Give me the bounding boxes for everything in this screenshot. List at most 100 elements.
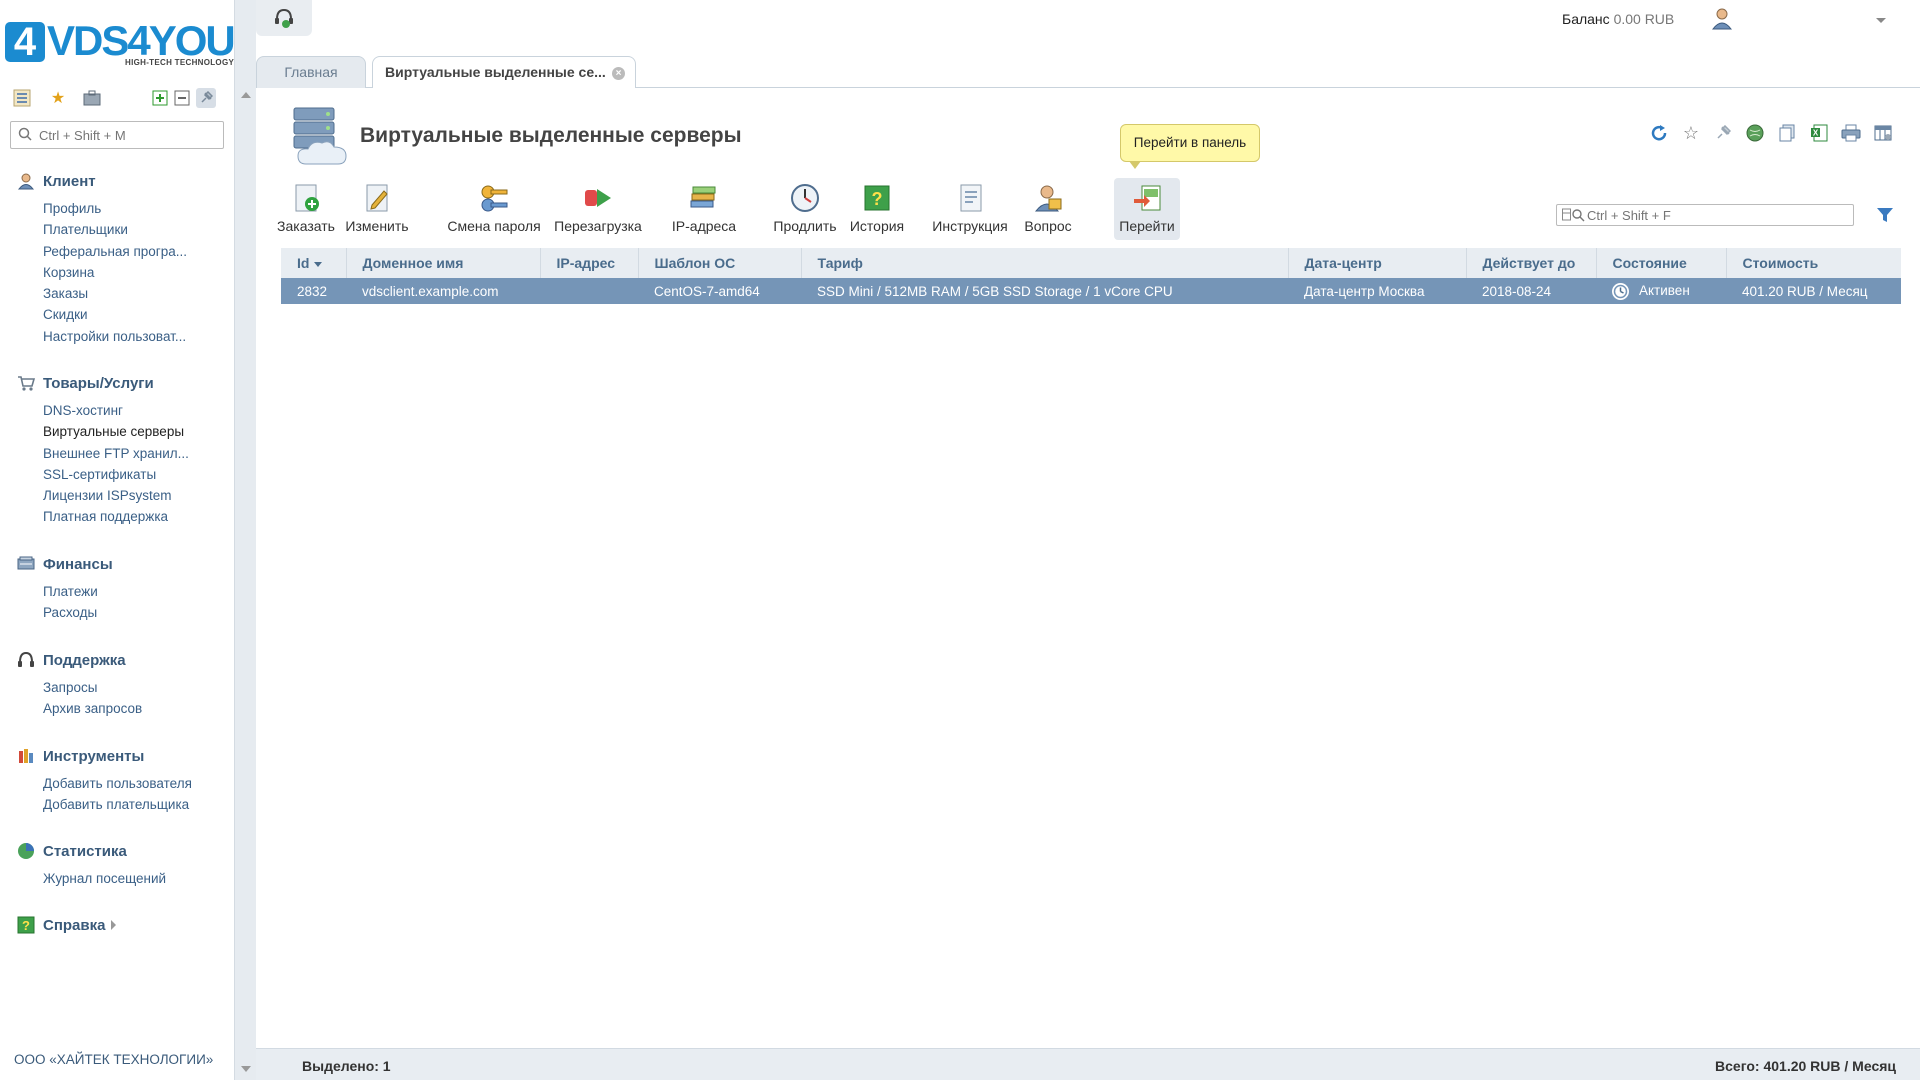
main-content: Виртуальные выделенные серверы Перейти в… bbox=[256, 88, 1920, 1048]
password-icon bbox=[478, 182, 510, 214]
balance-display: Баланс 0.00 RUB bbox=[1562, 11, 1674, 27]
order-button[interactable]: Заказать bbox=[276, 178, 336, 240]
cell-cost: 401.20 RUB / Месяц bbox=[1726, 278, 1901, 304]
filter-funnel-icon[interactable] bbox=[1876, 206, 1894, 224]
nav-item-profile[interactable]: Профиль bbox=[43, 198, 226, 219]
column-header-datacenter[interactable]: Дата-центр bbox=[1288, 248, 1467, 278]
sidebar-splitter[interactable] bbox=[234, 0, 256, 1080]
tab-virtual-servers[interactable]: Виртуальные выделенные се... × bbox=[372, 56, 636, 89]
export-excel-icon[interactable]: X bbox=[1808, 122, 1830, 144]
nav-item-payers[interactable]: Плательщики bbox=[43, 219, 226, 240]
collapse-all-icon[interactable] bbox=[172, 88, 192, 108]
nav-group-header[interactable]: Поддержка bbox=[16, 649, 226, 671]
toolbar-label: IP-адреса bbox=[671, 218, 737, 234]
nav-item-paid-support[interactable]: Платная поддержка bbox=[43, 506, 226, 527]
column-header-expires[interactable]: Действует до bbox=[1466, 248, 1597, 278]
column-header-id[interactable]: Id bbox=[281, 248, 347, 278]
pin-icon[interactable] bbox=[1712, 122, 1734, 144]
total-cost: Всего: 401.20 RUB / Месяц bbox=[1715, 1058, 1896, 1074]
nav-item-add-user[interactable]: Добавить пользователя bbox=[43, 773, 226, 794]
table-filter-field[interactable] bbox=[1556, 204, 1854, 226]
user-menu-dropdown-icon[interactable] bbox=[1876, 18, 1886, 23]
chevron-right-icon[interactable] bbox=[111, 920, 117, 930]
ip-addresses-button[interactable]: IP-адреса bbox=[664, 178, 744, 240]
column-header-os[interactable]: Шаблон ОС bbox=[638, 248, 802, 278]
column-header-cost[interactable]: Стоимость bbox=[1726, 248, 1901, 278]
history-button[interactable]: ? История bbox=[846, 178, 908, 240]
menu-search-field[interactable] bbox=[10, 121, 224, 149]
balance-value: 0.00 RUB bbox=[1613, 11, 1675, 27]
instruction-button[interactable]: Инструкция bbox=[928, 178, 1012, 240]
favorites-star-icon[interactable]: ★ bbox=[48, 88, 68, 108]
menu-search-input[interactable] bbox=[39, 125, 219, 145]
nav-item-discounts[interactable]: Скидки bbox=[43, 304, 226, 325]
prolong-button[interactable]: Продлить bbox=[770, 178, 840, 240]
edit-button[interactable]: Изменить bbox=[342, 178, 412, 240]
nav-item-payments[interactable]: Платежи bbox=[43, 581, 226, 602]
nav-item-orders[interactable]: Заказы bbox=[43, 283, 226, 304]
nav-item-dns-hosting[interactable]: DNS-хостинг bbox=[43, 400, 226, 421]
nav-item-ispsystem-licenses[interactable]: Лицензии ISPsystem bbox=[43, 485, 226, 506]
column-header-status[interactable]: Состояние bbox=[1596, 248, 1727, 278]
client-icon bbox=[16, 171, 36, 191]
brand-logo[interactable]: 4 VDS4YOU HIGH-TECH TECHNOLOGY bbox=[5, 18, 236, 70]
nav-item-visit-log[interactable]: Журнал посещений bbox=[43, 868, 226, 889]
menu-tree-icon[interactable] bbox=[12, 88, 32, 108]
print-icon[interactable] bbox=[1840, 122, 1862, 144]
order-icon bbox=[290, 182, 322, 214]
column-header-domain[interactable]: Доменное имя bbox=[346, 248, 541, 278]
change-password-button[interactable]: Смена пароля bbox=[446, 178, 542, 240]
briefcase-icon[interactable] bbox=[82, 88, 102, 108]
sidebar-toolbar: ★ bbox=[12, 88, 224, 110]
nav-item-ssl[interactable]: SSL-сертификаты bbox=[43, 464, 226, 485]
nav-group-header[interactable]: Клиент bbox=[16, 170, 226, 192]
nav-group-title: Справка bbox=[43, 916, 106, 934]
logo-tagline: HIGH-TECH TECHNOLOGY bbox=[125, 58, 235, 67]
nav-item-request-archive[interactable]: Архив запросов bbox=[43, 698, 226, 719]
nav-item-cart[interactable]: Корзина bbox=[43, 262, 226, 283]
nav-item-ftp-storage[interactable]: Внешнее FTP хранил... bbox=[43, 443, 226, 464]
prolong-icon bbox=[789, 182, 821, 214]
column-header-ip[interactable]: IP-адрес bbox=[540, 248, 639, 278]
nav-item-expenses[interactable]: Расходы bbox=[43, 602, 226, 623]
nav-item-referral[interactable]: Реферальная програ... bbox=[43, 241, 226, 262]
sidebar: 4 VDS4YOU HIGH-TECH TECHNOLOGY ★ Клиент bbox=[0, 0, 236, 1080]
nav-item-virtual-servers[interactable]: Виртуальные серверы bbox=[43, 421, 226, 442]
question-button[interactable]: Вопрос bbox=[1018, 178, 1078, 240]
nav-group-title: Финансы bbox=[43, 555, 113, 573]
close-tab-icon[interactable]: × bbox=[612, 67, 625, 80]
nav-group-header[interactable]: Товары/Услуги bbox=[16, 372, 226, 394]
ip-icon bbox=[688, 182, 720, 214]
history-icon: ? bbox=[861, 182, 893, 214]
cell-ip bbox=[540, 278, 638, 304]
table-row[interactable]: 2832 vdsclient.example.com CentOS-7-amd6… bbox=[281, 278, 1901, 304]
tab-label: Виртуальные выделенные се... bbox=[385, 64, 606, 80]
table-filter-input[interactable] bbox=[1587, 207, 1847, 223]
goto-panel-button[interactable]: Перейти bbox=[1114, 178, 1180, 240]
support-notifications-button[interactable] bbox=[256, 0, 312, 36]
refresh-icon[interactable] bbox=[1648, 122, 1670, 144]
nav-item-add-payer[interactable]: Добавить плательщика bbox=[43, 794, 226, 815]
pin-icon[interactable] bbox=[196, 88, 216, 108]
globe-icon[interactable] bbox=[1744, 122, 1766, 144]
nav-item-requests[interactable]: Запросы bbox=[43, 677, 226, 698]
reboot-button[interactable]: Перезагрузка bbox=[554, 178, 642, 240]
scroll-down-arrow-icon[interactable] bbox=[241, 1066, 251, 1072]
nav-group-header[interactable]: Статистика bbox=[16, 840, 226, 862]
nav-group-header[interactable]: ? Справка bbox=[16, 914, 226, 936]
copy-icon[interactable] bbox=[1776, 122, 1798, 144]
reboot-icon bbox=[582, 182, 614, 214]
nav-group-title: Поддержка bbox=[43, 651, 126, 669]
nav-group-header[interactable]: Инструменты bbox=[16, 745, 226, 767]
expand-all-icon[interactable] bbox=[150, 88, 170, 108]
cell-domain: vdsclient.example.com bbox=[346, 278, 540, 304]
nav-group-header[interactable]: Финансы bbox=[16, 553, 226, 575]
nav-item-user-settings[interactable]: Настройки пользоват... bbox=[43, 326, 226, 347]
user-avatar-icon[interactable] bbox=[1711, 8, 1733, 30]
scroll-up-arrow-icon[interactable] bbox=[241, 92, 251, 98]
favorite-star-icon[interactable]: ☆ bbox=[1680, 122, 1702, 144]
column-settings-icon[interactable] bbox=[1872, 122, 1894, 144]
tab-home[interactable]: Главная bbox=[256, 56, 366, 88]
column-header-tariff[interactable]: Тариф bbox=[801, 248, 1289, 278]
toolbar-label: История bbox=[849, 218, 905, 234]
